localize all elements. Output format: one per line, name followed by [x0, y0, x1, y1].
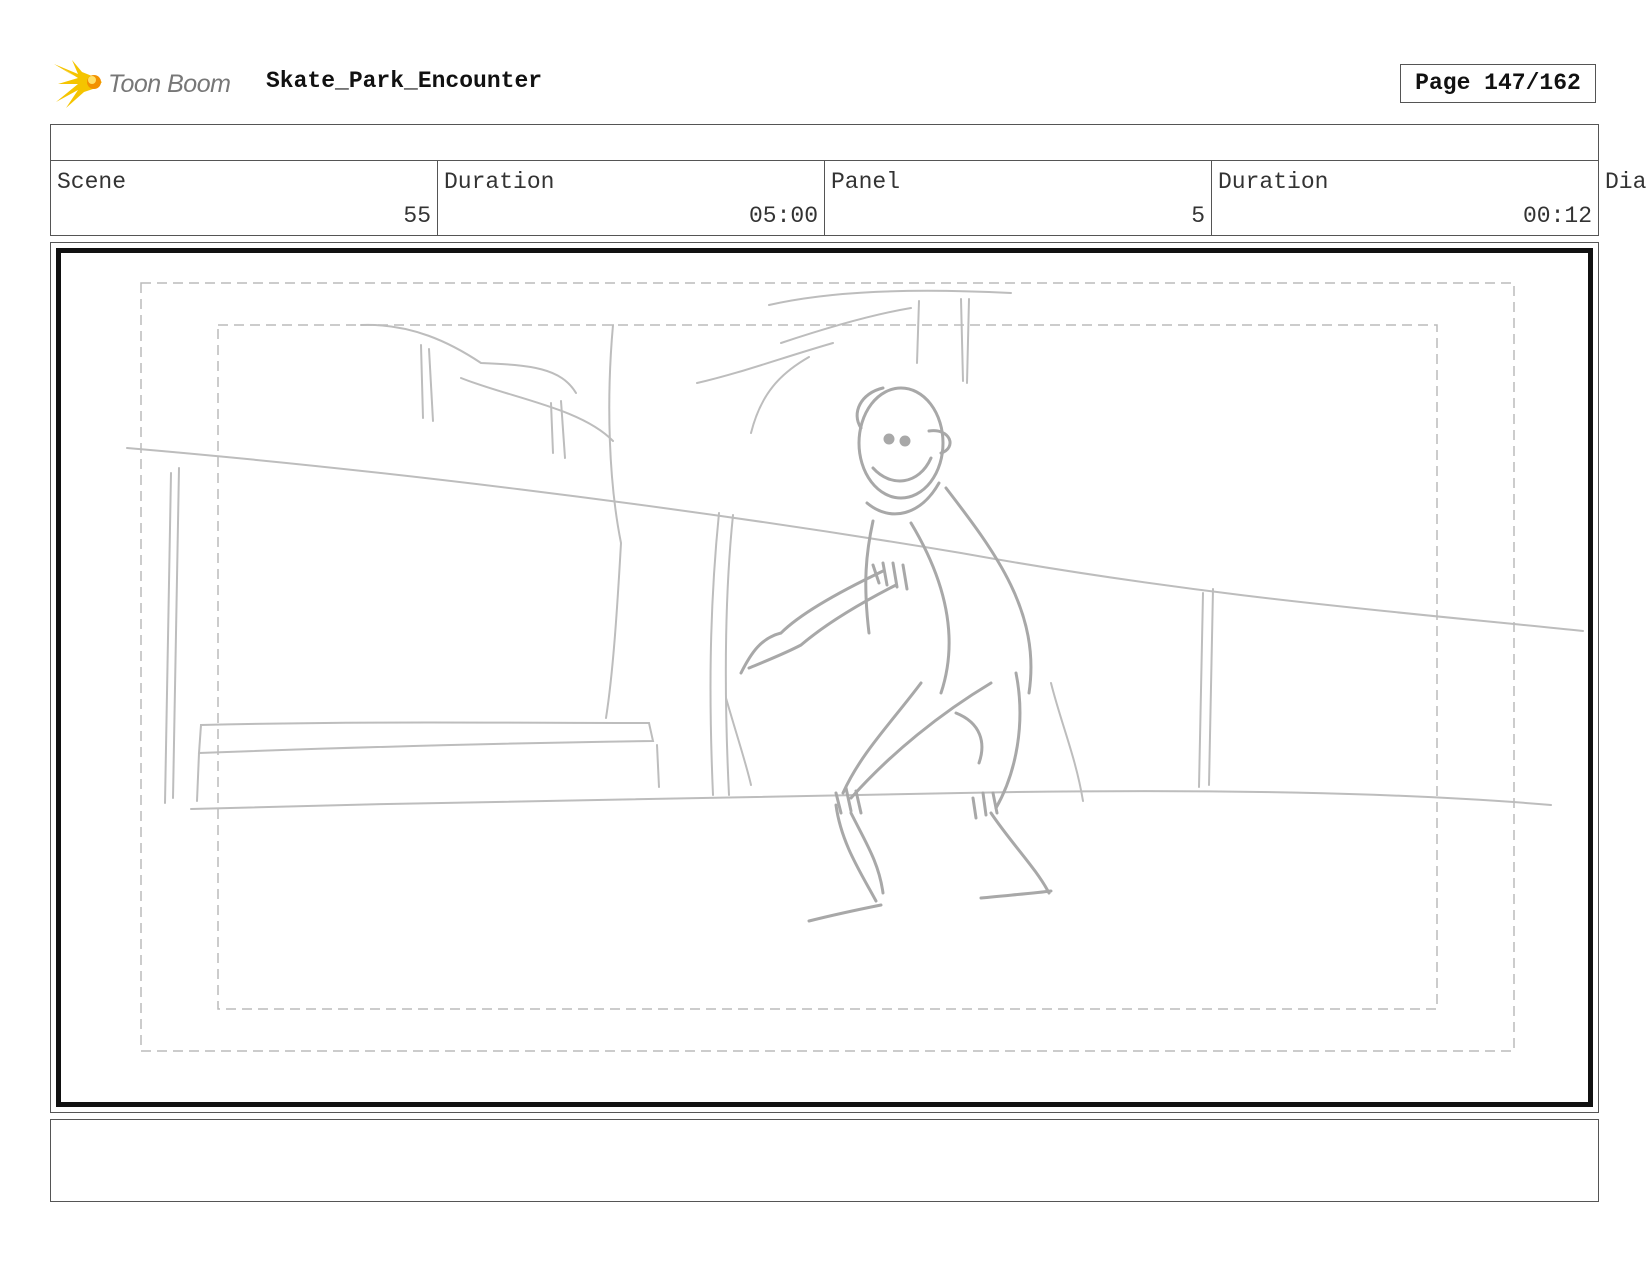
action-safe-guide [140, 282, 1515, 1052]
dialog-label: Dia [1605, 169, 1647, 195]
panel-sketch [126, 282, 1584, 1052]
character-sketch [739, 386, 1053, 923]
scene-cell: Scene 55 [51, 161, 438, 235]
project-title: Skate_Park_Encounter [266, 68, 543, 94]
scene-duration-value: 05:00 [748, 203, 818, 229]
brand-name: Toon Boom [108, 70, 231, 98]
toon-boom-logo: Toon Boom [52, 58, 252, 110]
scene-duration-cell: Duration 05:00 [438, 161, 825, 235]
scene-value: 55 [403, 203, 431, 229]
toon-boom-starburst-icon [54, 60, 102, 108]
scene-duration-label: Duration [444, 169, 555, 195]
panel-info-row: Scene 55 Duration 05:00 Panel 5 Duration… [50, 161, 1599, 236]
storyboard-panel [56, 248, 1593, 1107]
panel-label: Panel [831, 169, 901, 195]
title-safe-guide [217, 324, 1438, 1010]
panel-value: 5 [1191, 203, 1205, 229]
scene-label: Scene [57, 169, 127, 195]
panel-notes-box [50, 1119, 1599, 1202]
panel-duration-cell: Duration 00:12 [1212, 161, 1599, 235]
panel-cell: Panel 5 [825, 161, 1212, 235]
header-blank-row [50, 124, 1599, 161]
panel-duration-value: 00:12 [1522, 203, 1592, 229]
page-indicator: Page 147/162 [1400, 64, 1596, 103]
background-sketch [126, 289, 1584, 810]
panel-duration-label: Duration [1218, 169, 1329, 195]
